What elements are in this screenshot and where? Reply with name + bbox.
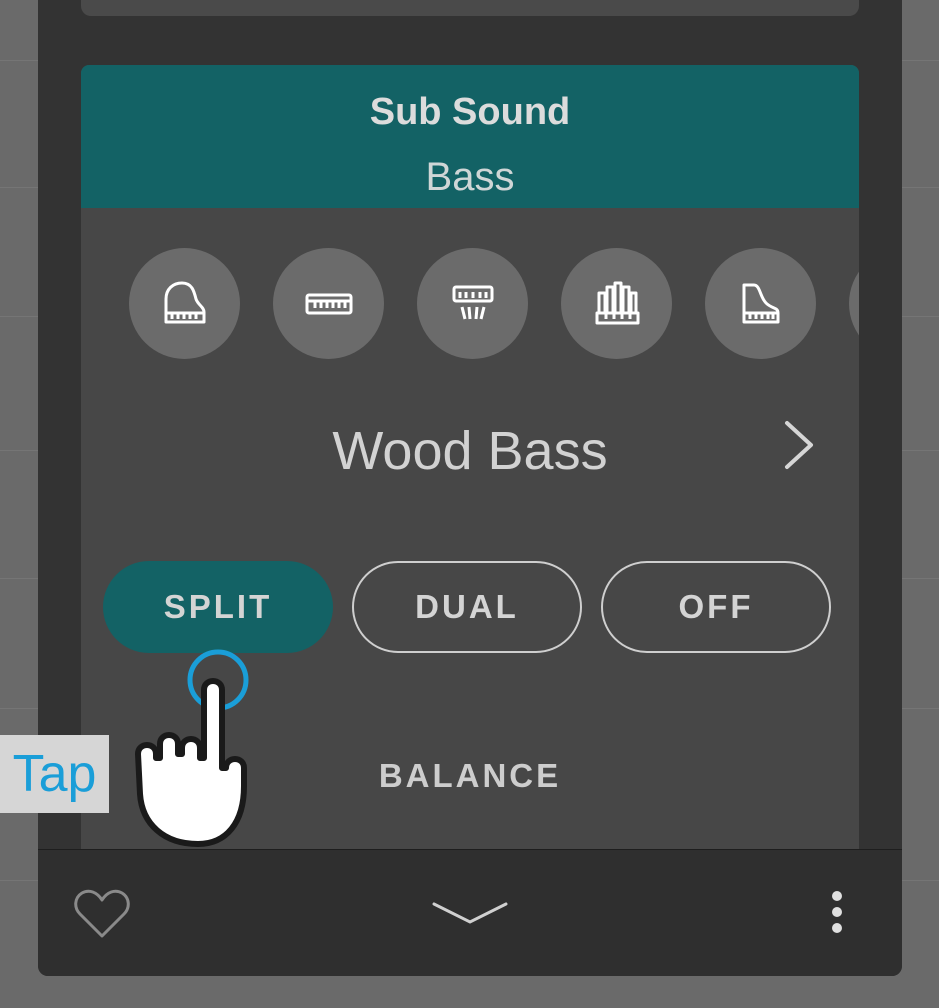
off-button[interactable]: OFF [601, 561, 831, 653]
category-keyboard[interactable] [273, 248, 384, 359]
grand-piano-icon [164, 281, 205, 323]
category-more[interactable] [849, 248, 859, 359]
sub-sound-header[interactable]: Sub Sound Bass [81, 65, 859, 208]
upright-piano-icon [742, 283, 779, 323]
pointing-hand-icon [135, 678, 247, 847]
more-options-icon[interactable] [826, 888, 848, 936]
category-organ[interactable] [561, 248, 672, 359]
dual-button[interactable]: DUAL [352, 561, 582, 653]
category-selector [129, 248, 859, 360]
keyboard-icon [305, 293, 352, 314]
electric-piano-icon [452, 285, 493, 319]
chevron-right-icon[interactable] [781, 419, 817, 471]
category-electric-piano[interactable] [417, 248, 528, 359]
tap-instruction-label: Tap [0, 735, 109, 813]
selected-sound-name[interactable]: Wood Bass [81, 420, 859, 482]
sub-sound-category: Bass [425, 155, 515, 199]
category-upright-piano[interactable] [705, 248, 816, 359]
organ-icon [595, 281, 639, 324]
bottom-toolbar [38, 849, 902, 976]
split-button[interactable]: SPLIT [103, 561, 333, 653]
main-sound-card [81, 0, 859, 16]
chevron-down-icon[interactable] [432, 900, 508, 926]
sub-sound-title: Sub Sound [369, 91, 571, 133]
category-grand-piano[interactable] [129, 248, 240, 359]
heart-icon[interactable] [72, 888, 132, 940]
